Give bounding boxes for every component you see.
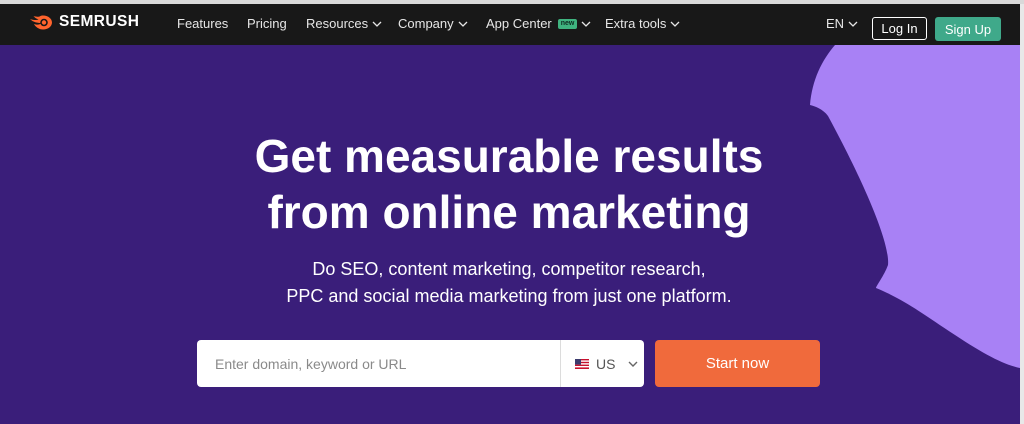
chevron-down-icon	[628, 361, 638, 367]
nav-item-app-center[interactable]: App Center new	[486, 16, 591, 31]
nav-item-pricing[interactable]: Pricing	[247, 16, 287, 31]
top-navigation-bar: SEMRUSH Features Pricing Resources Compa…	[0, 4, 1024, 45]
nav-item-company[interactable]: Company	[398, 16, 468, 31]
chevron-down-icon	[458, 21, 468, 27]
chevron-down-icon	[372, 21, 382, 27]
signup-button[interactable]: Sign Up	[935, 17, 1001, 41]
nav-item-label: Features	[177, 16, 229, 31]
hero-title-line-2: from online marketing	[267, 186, 751, 238]
search-divider	[560, 340, 561, 387]
hero-subtitle: Do SEO, content marketing, competitor re…	[0, 256, 1018, 310]
login-button[interactable]: Log In	[872, 17, 927, 40]
nav-item-label: Extra tools	[605, 16, 667, 31]
country-label: US	[596, 355, 616, 372]
country-selector[interactable]: US	[575, 340, 638, 387]
search-input[interactable]	[197, 354, 557, 373]
nav-item-features[interactable]: Features	[177, 16, 228, 31]
language-selector[interactable]: EN	[826, 16, 858, 31]
brand-logo[interactable]: SEMRUSH	[29, 13, 139, 31]
chevron-down-icon	[670, 21, 680, 27]
nav-item-label: Company	[398, 16, 454, 31]
hero-title-line-1: Get measurable results	[254, 130, 764, 182]
chevron-down-icon	[848, 21, 858, 27]
chevron-down-icon	[581, 21, 591, 27]
browser-scrollbar-track[interactable]	[1020, 4, 1024, 424]
search-box: US	[197, 340, 644, 387]
brand-name: SEMRUSH	[59, 13, 140, 30]
hero-subtitle-line-1: Do SEO, content marketing, competitor re…	[312, 259, 706, 279]
nav-item-extra-tools[interactable]: Extra tools	[605, 16, 680, 31]
language-label: EN	[826, 16, 845, 31]
hero-title: Get measurable results from online marke…	[0, 128, 1018, 240]
us-flag-icon	[575, 358, 589, 369]
nav-item-label: App Center	[486, 16, 552, 31]
semrush-fireball-icon	[30, 15, 52, 29]
nav-item-resources[interactable]: Resources	[306, 16, 382, 31]
hero-subtitle-line-2: PPC and social media marketing from just…	[286, 286, 732, 306]
nav-item-label: Resources	[306, 16, 369, 31]
start-now-button[interactable]: Start now	[655, 340, 820, 387]
nav-item-label: Pricing	[247, 16, 287, 31]
new-badge: new	[557, 18, 578, 29]
